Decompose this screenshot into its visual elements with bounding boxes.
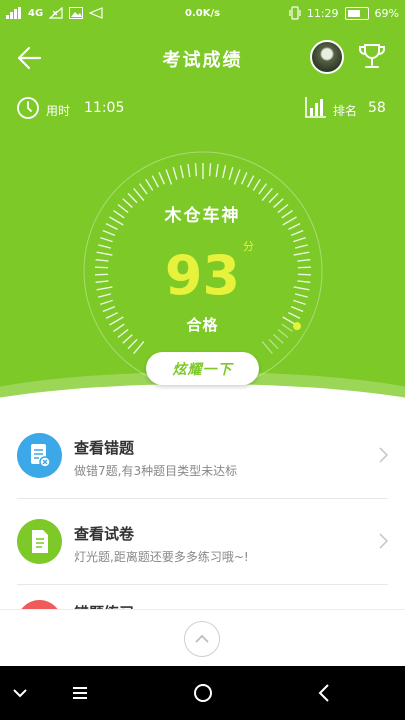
expand-button[interactable]: [184, 621, 220, 657]
network-type: 4G: [28, 7, 44, 19]
gauge-tick: [252, 179, 261, 191]
divider: [17, 584, 388, 585]
gauge-tick: [158, 172, 165, 185]
list-item-practice[interactable]: 错题练习: [0, 586, 405, 610]
exam-paper-icon: [32, 530, 48, 553]
page-title: 考试成绩: [162, 50, 243, 71]
chevron-up-icon: [195, 634, 209, 643]
net-speed: 0.0K/s: [185, 8, 221, 19]
gauge-tick: [268, 338, 279, 350]
time-label: 用时: [46, 104, 71, 118]
gauge-tick: [133, 187, 145, 201]
gauge-tick: [228, 166, 234, 180]
gauge-tick: [122, 334, 133, 344]
verdict-label: 合格: [186, 316, 219, 334]
gauge-tick: [290, 305, 304, 313]
gauge-tick: [172, 166, 178, 180]
action-list: 查看错题 做错7题,有3种题目类型未达标 查看试卷 灯光题,距离题还要多多练习哦…: [0, 412, 405, 585]
item-desc: 灯光题,距离题还要多多练习哦~!: [74, 550, 249, 564]
system-nav-bar: [0, 666, 405, 720]
rank-value: 58: [368, 100, 386, 116]
gauge-tick: [258, 183, 268, 195]
gauge-tick: [165, 169, 173, 185]
status-bar: 4G 0.0K/s 11:29 69%: [0, 0, 405, 30]
gauge-tick: [222, 165, 227, 179]
gauge-tick: [127, 338, 138, 350]
gauge-tick: [208, 163, 212, 177]
gauge-tick: [215, 163, 219, 178]
bar-chart-icon: [305, 97, 326, 118]
gauge-tick: [151, 175, 160, 188]
list-item-exam-paper[interactable]: 查看试卷 灯光题,距离题还要多多练习哦~!: [0, 498, 405, 584]
gauge-tick: [273, 334, 284, 344]
gauge-tick: [100, 236, 113, 243]
signal-icon: [6, 7, 21, 19]
gauge-tick: [194, 163, 198, 177]
chevron-right-icon: [379, 533, 389, 549]
gauge-tick: [187, 163, 191, 178]
gauge-tick: [241, 172, 248, 185]
score-value: 93: [164, 244, 241, 307]
gauge-tick: [290, 229, 304, 237]
wrong-questions-icon: [31, 444, 51, 468]
gauge-tick: [102, 229, 116, 237]
clock-time: 11:29: [306, 6, 339, 20]
back-icon[interactable]: [311, 679, 339, 707]
status-right: 11:29 69%: [289, 6, 399, 20]
wrong-questions-badge: [17, 433, 62, 478]
avatar[interactable]: [310, 40, 344, 74]
trophy-icon[interactable]: [356, 40, 388, 72]
stats-row: 用时 11:05 排名 58: [0, 94, 405, 126]
list-item-wrong-questions[interactable]: 查看错题 做错7题,有3种题目类型未达标: [0, 412, 405, 498]
gauge-tick: [246, 175, 255, 188]
score-unit: 分: [243, 240, 254, 253]
battery-percent: 69%: [374, 6, 399, 20]
rank-title: 木仓车神: [164, 206, 241, 226]
status-left: 4G: [6, 7, 103, 19]
time-value: 11:05: [84, 100, 125, 116]
rank-label: 排名: [333, 104, 358, 118]
clock-icon: [17, 97, 39, 119]
gauge-tick: [145, 179, 154, 191]
gauge-tick: [293, 236, 306, 243]
gauge-tick: [233, 169, 241, 185]
item-desc: 做错7题,有3种题目类型未达标: [74, 464, 238, 478]
no-signal-icon: [49, 7, 63, 19]
home-icon[interactable]: [189, 679, 217, 707]
vibrate-icon: [289, 6, 301, 20]
gauge-tick: [179, 165, 184, 179]
battery-icon: [344, 6, 369, 20]
gauge-tick: [261, 187, 273, 201]
gauge-tick: [138, 183, 148, 195]
gauge-tick: [133, 341, 145, 355]
image-icon: [69, 7, 84, 19]
chevron-down-icon[interactable]: [6, 679, 34, 707]
gauge-tick: [102, 305, 116, 313]
exam-paper-badge: [17, 519, 62, 564]
send-icon: [89, 7, 103, 19]
top-bar: 考试成绩: [0, 30, 405, 86]
gauge-tick: [261, 341, 273, 355]
share-button[interactable]: 炫耀一下: [146, 352, 259, 385]
bottom-panel: [0, 609, 405, 667]
item-title: 查看试卷: [74, 525, 135, 543]
menu-icon[interactable]: [66, 679, 94, 707]
chevron-right-icon: [379, 447, 389, 463]
item-title: 查看错题: [74, 439, 135, 457]
